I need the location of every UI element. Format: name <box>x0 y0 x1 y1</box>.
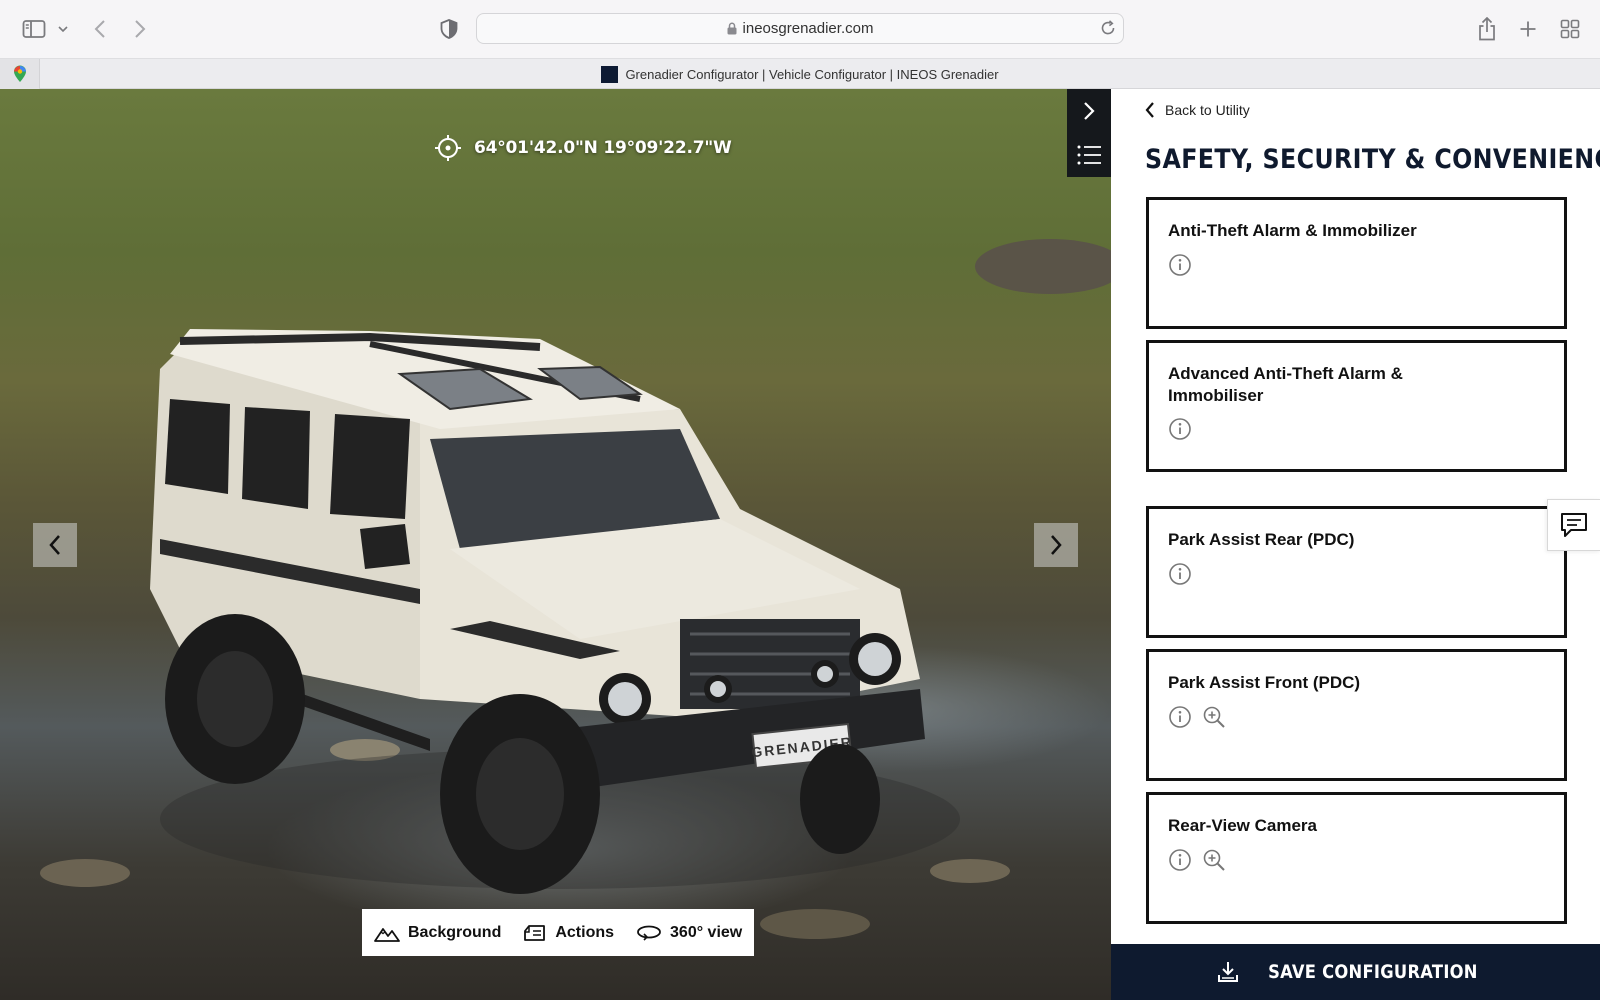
save-configuration-button[interactable]: SAVE CONFIGURATION <box>1111 944 1600 1000</box>
save-configuration-label: SAVE CONFIGURATION <box>1267 961 1478 983</box>
active-tab[interactable]: Grenadier Configurator | Vehicle Configu… <box>0 59 1600 89</box>
actions-button[interactable]: Actions <box>523 924 614 942</box>
url-text: ineosgrenadier.com <box>742 20 874 37</box>
info-icon[interactable] <box>1168 848 1192 872</box>
actions-icon <box>523 924 547 942</box>
option-title: Anti-Theft Alarm & Immobilizer <box>1168 221 1417 240</box>
option-card-advanced-anti-theft-alarm[interactable]: Advanced Anti-Theft Alarm & Immobiliser <box>1146 340 1567 472</box>
mountain-icon <box>374 924 400 942</box>
rotate-360-icon <box>636 924 662 942</box>
previous-view-button[interactable] <box>33 523 77 567</box>
configuration-panel: Back to Utility SAFETY, SECURITY & CONVE… <box>1111 89 1600 1000</box>
browser-toolbar: ineosgrenadier.com <box>0 0 1600 58</box>
360-view-button[interactable]: 360° view <box>636 924 742 942</box>
option-title: Park Assist Front (PDC) <box>1168 673 1361 692</box>
address-bar[interactable]: ineosgrenadier.com <box>476 13 1124 44</box>
option-card-rear-view-camera[interactable]: Rear-View Camera <box>1146 792 1567 924</box>
background-button[interactable]: Background <box>374 924 501 942</box>
viewer-action-bar: Background Actions 360° view <box>362 909 755 956</box>
lock-icon <box>727 22 737 35</box>
option-card-park-assist-rear[interactable]: Park Assist Rear (PDC) <box>1146 506 1567 638</box>
option-title: Rear-View Camera <box>1168 816 1317 835</box>
background-label: Background <box>408 923 502 941</box>
option-card-anti-theft-alarm[interactable]: Anti-Theft Alarm & Immobilizer <box>1146 197 1567 329</box>
privacy-shield-icon[interactable] <box>440 16 458 42</box>
menu-list-button[interactable] <box>1067 133 1111 177</box>
coordinates-text: 64°01'42.0"N 19°09'22.7"W <box>474 138 732 158</box>
chevron-right-icon <box>1084 102 1095 120</box>
info-icon[interactable] <box>1168 705 1192 729</box>
vehicle-image: GRENADIER <box>150 329 960 894</box>
list-icon <box>1077 145 1101 165</box>
zoom-in-icon[interactable] <box>1202 848 1226 872</box>
zoom-in-icon[interactable] <box>1202 705 1226 729</box>
section-title: SAFETY, SECURITY & CONVENIENCE <box>1145 144 1600 175</box>
back-label: Back to Utility <box>1165 102 1250 118</box>
chevron-left-icon <box>49 535 60 555</box>
reload-icon[interactable] <box>1100 20 1116 40</box>
tab-title-text: Grenadier Configurator | Vehicle Configu… <box>625 66 999 82</box>
terrain-rock <box>760 909 870 939</box>
chat-button[interactable] <box>1547 499 1600 551</box>
collapse-panel-button[interactable] <box>1067 89 1111 133</box>
info-icon[interactable] <box>1168 253 1192 277</box>
chevron-down-icon[interactable] <box>58 16 68 42</box>
vehicle-viewer[interactable]: 64°01'42.0"N 19°09'22.7"W GRENADIER Back… <box>0 89 1111 1000</box>
back-arrow-icon[interactable] <box>94 16 106 42</box>
360-view-label: 360° view <box>670 923 743 941</box>
option-title: Advanced Anti-Theft Alarm & Immobiliser <box>1168 364 1403 405</box>
forward-arrow-icon[interactable] <box>134 16 146 42</box>
crosshair-icon <box>434 134 462 162</box>
info-icon[interactable] <box>1168 417 1192 441</box>
tab-bar: Grenadier Configurator | Vehicle Configu… <box>0 58 1600 89</box>
next-view-button[interactable] <box>1034 523 1078 567</box>
chevron-right-icon <box>1051 535 1062 555</box>
sidebar-toggle-icon[interactable] <box>22 16 46 42</box>
option-title: Park Assist Rear (PDC) <box>1168 530 1355 549</box>
share-icon[interactable] <box>1478 16 1496 42</box>
option-card-park-assist-front[interactable]: Park Assist Front (PDC) <box>1146 649 1567 781</box>
favicon-icon <box>601 65 619 83</box>
new-tab-icon[interactable] <box>1519 16 1537 42</box>
actions-label: Actions <box>555 923 615 941</box>
info-icon[interactable] <box>1168 562 1192 586</box>
terrain-rock <box>40 859 130 887</box>
location-coordinates: 64°01'42.0"N 19°09'22.7"W <box>434 134 732 162</box>
tab-overview-icon[interactable] <box>1560 16 1580 42</box>
terrain-rock <box>975 239 1111 294</box>
chat-bubble-icon <box>1561 513 1587 537</box>
back-to-utility-link[interactable]: Back to Utility <box>1145 102 1250 118</box>
chevron-left-icon <box>1145 102 1155 118</box>
download-icon <box>1217 961 1239 983</box>
